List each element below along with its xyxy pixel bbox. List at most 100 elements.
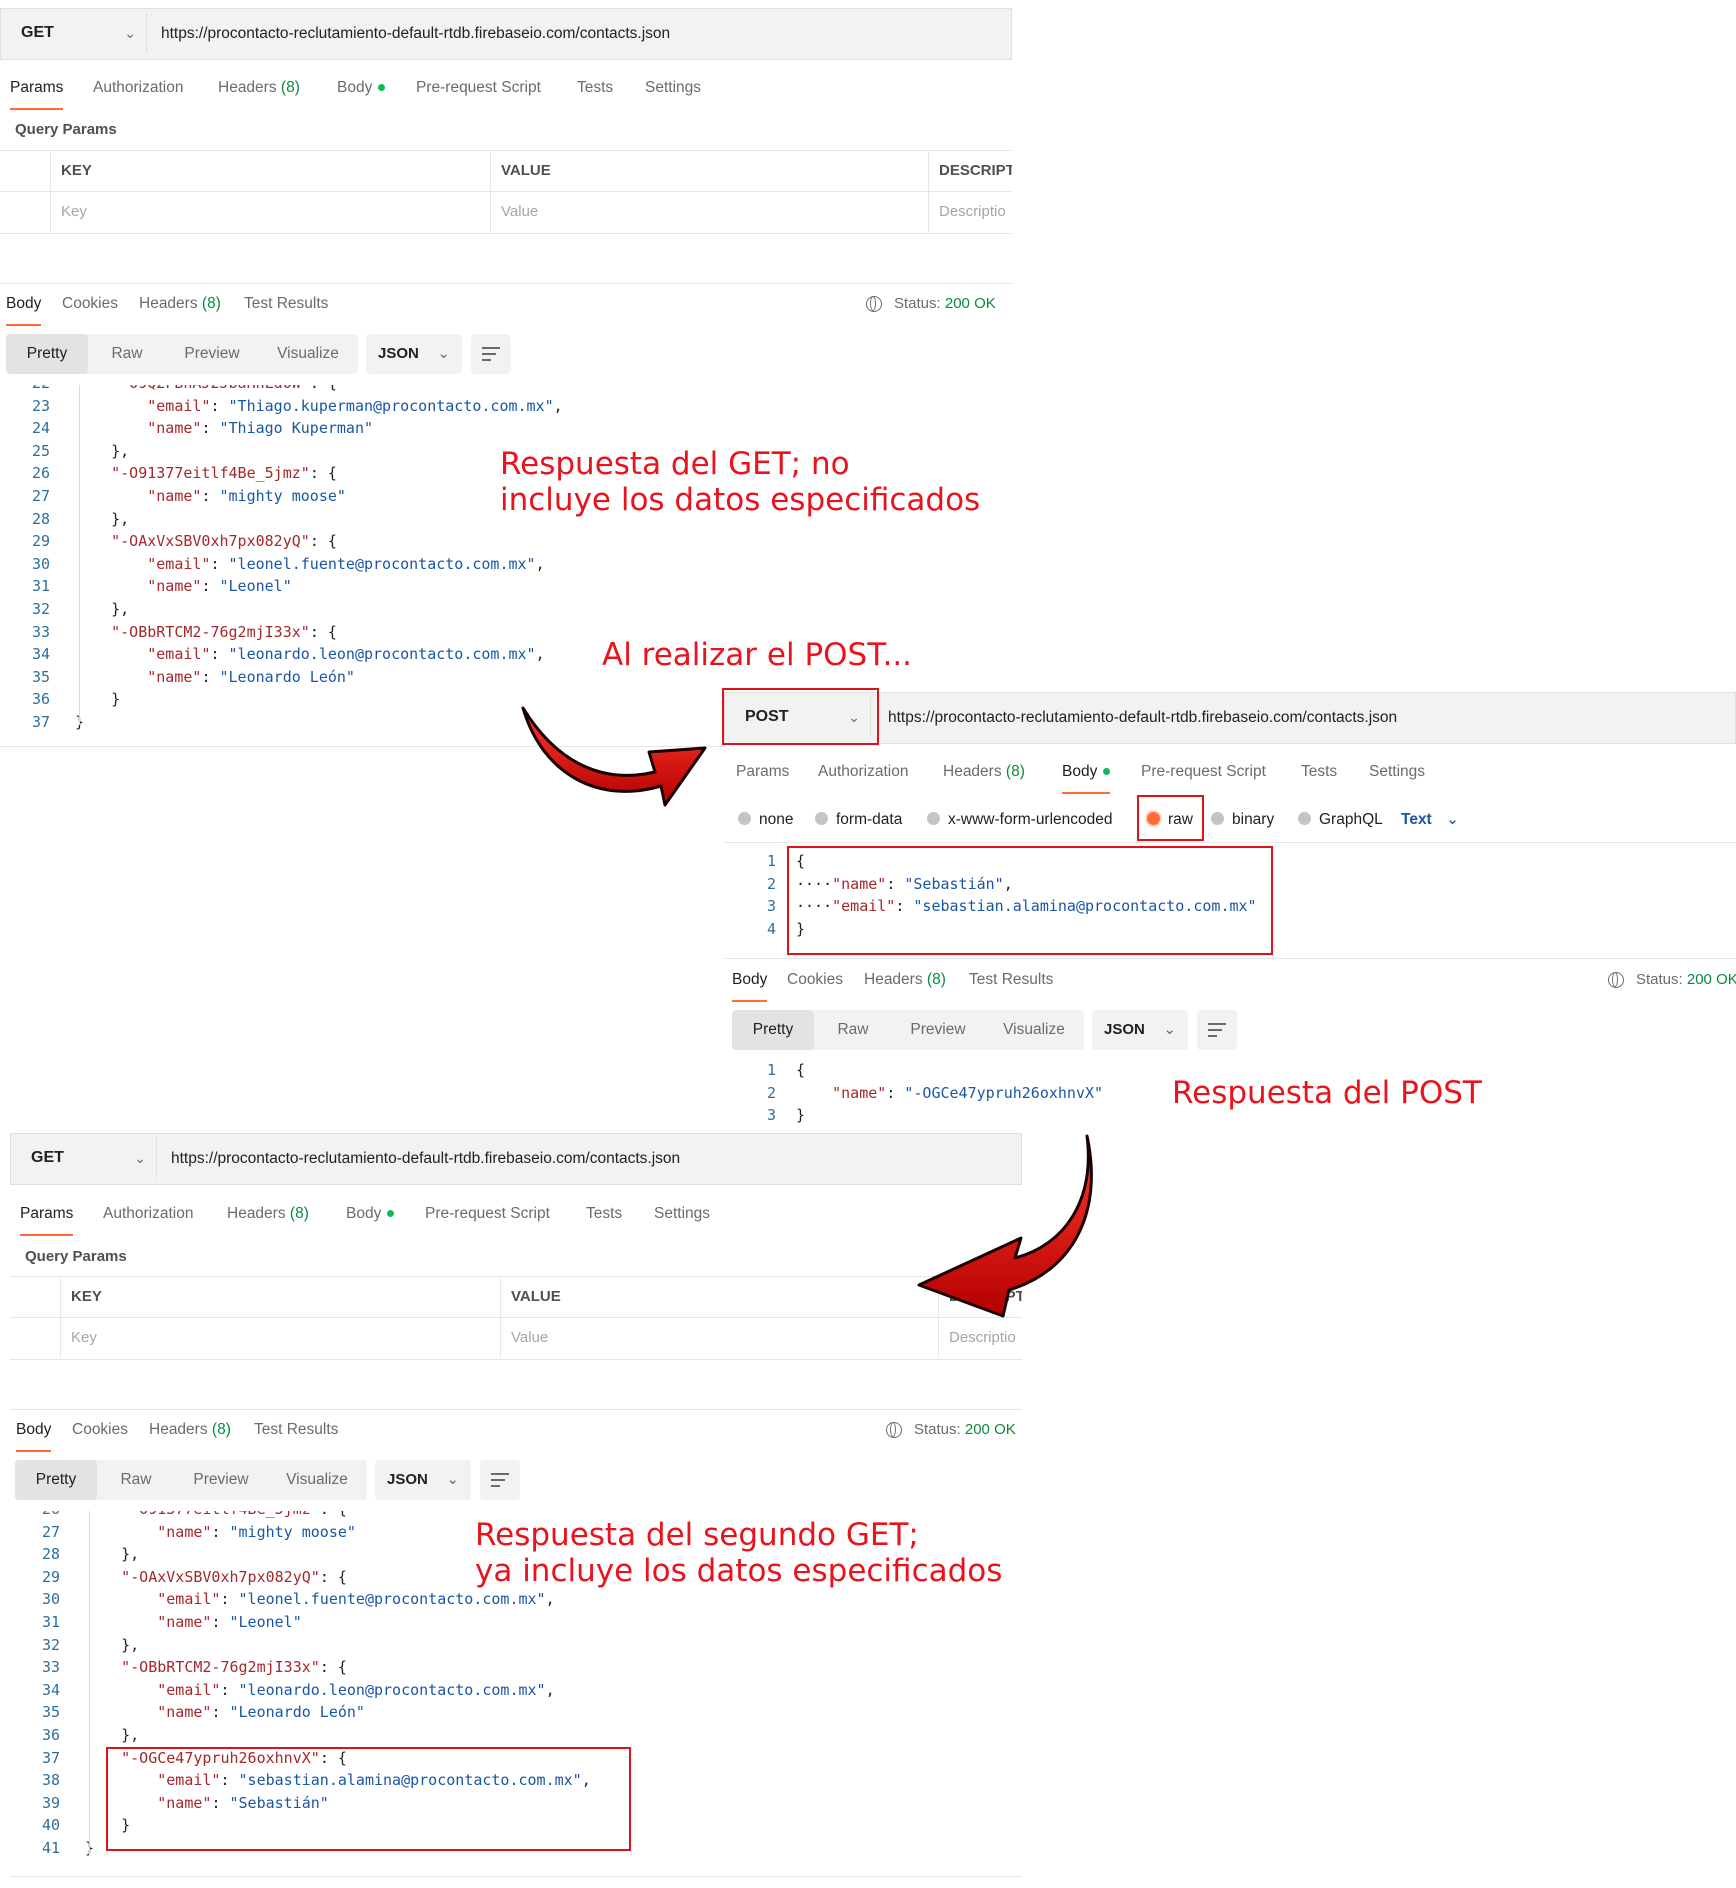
method-select[interactable]: GET ⌄ <box>15 1138 157 1178</box>
radio-graphql[interactable]: GraphQL <box>1298 805 1383 835</box>
radio-circle <box>738 811 751 825</box>
url-input[interactable]: https://procontacto-reclutamiento-defaul… <box>161 9 670 59</box>
code-text: "-OAxVxSBV0xh7px082yQ": { <box>111 532 337 551</box>
radio-form-data[interactable]: form-data <box>815 805 902 835</box>
radio-none[interactable]: none <box>738 805 793 835</box>
preview-button[interactable]: Preview <box>892 1010 984 1050</box>
format-select[interactable]: JSON ⌄ <box>366 334 462 374</box>
tab-headers[interactable]: Headers (8) <box>218 68 300 108</box>
indent-guide <box>89 1511 90 1856</box>
tab-response-headers[interactable]: Headers (8) <box>864 960 946 1000</box>
raw-button[interactable]: Raw <box>88 334 166 374</box>
tab-authorization[interactable]: Authorization <box>93 68 183 108</box>
tab-cookies[interactable]: Cookies <box>72 1410 128 1450</box>
table-header-row: KEY VALUE DESCRIPT <box>10 1277 1022 1318</box>
code-line: 36 }, <box>10 1724 1010 1746</box>
preview-button[interactable]: Preview <box>175 1460 267 1500</box>
pretty-button[interactable]: Pretty <box>6 334 88 374</box>
tab-headers[interactable]: Headers (8) <box>943 752 1025 792</box>
tab-response-headers[interactable]: Headers (8) <box>149 1410 231 1450</box>
tab-cookies[interactable]: Cookies <box>62 284 118 324</box>
tab-settings[interactable]: Settings <box>654 1194 710 1234</box>
tab-response-body[interactable]: Body <box>6 284 42 326</box>
raw-button[interactable]: Raw <box>814 1010 892 1050</box>
pretty-button[interactable]: Pretty <box>732 1010 814 1050</box>
tab-body[interactable]: Body <box>346 1194 395 1234</box>
line-number: 28 <box>41 1545 60 1564</box>
tab-test-results[interactable]: Test Results <box>254 1410 338 1450</box>
description-input[interactable]: Descriptio <box>938 1318 1022 1358</box>
raw-format-select[interactable]: Text ⌄ <box>1401 805 1459 835</box>
chevron-down-icon: ⌄ <box>446 1471 459 1488</box>
tab-body[interactable]: Body <box>337 68 386 108</box>
tab-response-headers-label: Headers <box>864 971 923 988</box>
format-select[interactable]: JSON ⌄ <box>375 1460 471 1500</box>
radio-circle <box>815 811 828 825</box>
wrap-lines-button[interactable] <box>471 334 511 374</box>
key-header: KEY <box>50 151 490 191</box>
wrap-lines-button[interactable] <box>1197 1010 1237 1050</box>
wrap-lines-button[interactable] <box>480 1460 520 1500</box>
annotation-get2-line2: ya incluye los datos especificados <box>475 1553 1003 1589</box>
tab-settings[interactable]: Settings <box>1369 752 1425 792</box>
tab-tests[interactable]: Tests <box>1301 752 1337 792</box>
line-number: 31 <box>41 1613 60 1631</box>
divider <box>10 1876 1022 1877</box>
tab-response-body[interactable]: Body <box>732 960 768 1002</box>
tab-body[interactable]: Body <box>1062 752 1111 794</box>
line-number: 32 <box>41 1635 60 1654</box>
tab-test-results[interactable]: Test Results <box>969 960 1053 1000</box>
radio-x-www-form-urlencoded[interactable]: x-www-form-urlencoded <box>927 805 1113 835</box>
tab-params[interactable]: Params <box>736 752 789 792</box>
tab-pre-request-script[interactable]: Pre-request Script <box>416 68 541 108</box>
view-mode-toggle: Pretty Raw Preview Visualize <box>15 1460 367 1500</box>
value-input[interactable]: Value <box>490 192 928 232</box>
tab-test-results[interactable]: Test Results <box>244 284 328 324</box>
radio-label: none <box>759 811 794 828</box>
tab-tests[interactable]: Tests <box>577 68 613 108</box>
tab-response-body[interactable]: Body <box>16 1410 52 1452</box>
description-input[interactable]: Descriptio <box>928 192 1012 232</box>
tab-tests[interactable]: Tests <box>586 1194 622 1234</box>
visualize-button[interactable]: Visualize <box>984 1010 1084 1050</box>
line-number: 31 <box>31 577 50 596</box>
line-number: 34 <box>41 1680 60 1699</box>
line-number: 34 <box>31 645 50 664</box>
raw-button[interactable]: Raw <box>97 1460 175 1500</box>
tab-cookies[interactable]: Cookies <box>787 960 843 1000</box>
request-tabs: Params Authorization Headers (8) Body Pr… <box>0 68 1012 110</box>
tab-authorization[interactable]: Authorization <box>103 1194 193 1234</box>
format-select[interactable]: JSON ⌄ <box>1092 1010 1188 1050</box>
chevron-down-icon: ⌄ <box>1163 1021 1176 1038</box>
radio-label: form-data <box>836 811 903 828</box>
globe-icon <box>866 296 882 313</box>
request-tabs: Params Authorization Headers (8) Body Pr… <box>724 752 1736 794</box>
line-number: 30 <box>31 554 50 573</box>
url-input[interactable]: https://procontacto-reclutamiento-defaul… <box>888 693 1397 743</box>
tab-pre-request-script[interactable]: Pre-request Script <box>1141 752 1266 792</box>
key-input[interactable]: Key <box>60 1318 500 1358</box>
tab-settings[interactable]: Settings <box>645 68 701 108</box>
code-line: 31 "name": "Leonel" <box>10 1611 1010 1633</box>
radio-binary[interactable]: binary <box>1211 805 1274 835</box>
tab-response-headers[interactable]: Headers (8) <box>139 284 221 324</box>
value-input[interactable]: Value <box>500 1318 938 1358</box>
tab-pre-request-script[interactable]: Pre-request Script <box>425 1194 550 1234</box>
divider <box>724 958 1736 959</box>
method-select[interactable]: GET ⌄ <box>5 13 147 53</box>
url-input[interactable]: https://procontacto-reclutamiento-defaul… <box>171 1134 680 1184</box>
format-label: JSON <box>387 1471 428 1488</box>
tab-params[interactable]: Params <box>10 68 64 110</box>
tab-response-headers-count: (8) <box>211 1421 231 1438</box>
tab-headers[interactable]: Headers (8) <box>227 1194 309 1234</box>
code-text: "-OBbRTCM2-76g2mjI33x": { <box>121 1658 347 1677</box>
format-label: JSON <box>378 345 419 362</box>
tab-authorization[interactable]: Authorization <box>818 752 908 792</box>
key-input[interactable]: Key <box>50 192 490 232</box>
preview-button[interactable]: Preview <box>166 334 258 374</box>
code-text: "name": "mighty moose" <box>147 487 346 505</box>
tab-params[interactable]: Params <box>20 1194 74 1236</box>
pretty-button[interactable]: Pretty <box>15 1460 97 1500</box>
visualize-button[interactable]: Visualize <box>267 1460 367 1500</box>
visualize-button[interactable]: Visualize <box>258 334 358 374</box>
